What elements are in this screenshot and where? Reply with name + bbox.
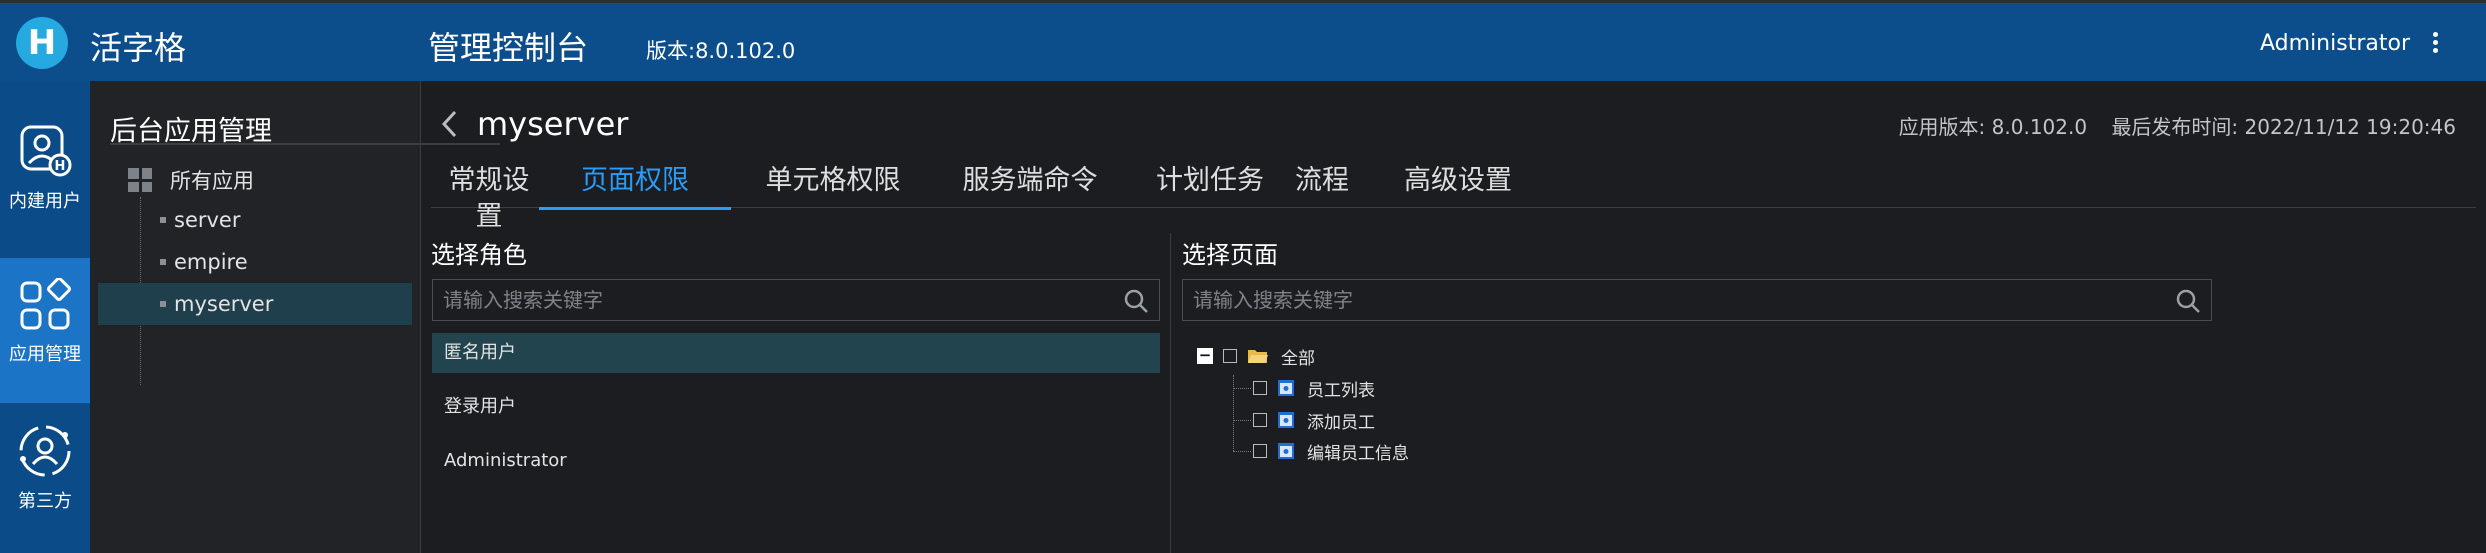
nav-item-app-management[interactable]: 应用管理 <box>0 258 90 403</box>
app-meta: 应用版本: 8.0.102.0 最后发布时间: 2022/11/12 19:20… <box>1881 111 2456 140</box>
page-checkbox[interactable] <box>1253 381 1267 395</box>
page-tree-root: − 全部 <box>1197 341 1315 371</box>
tab-page-permissions[interactable]: 页面权限 <box>539 163 731 210</box>
tab-workflow[interactable]: 流程 <box>1292 163 1352 207</box>
tab-cell-permissions[interactable]: 单元格权限 <box>762 163 904 207</box>
page-tree-branch <box>1233 388 1251 389</box>
app-sidebar: 后台应用管理 所有应用 server empire myserver <box>90 81 500 553</box>
app-logo: H <box>16 17 68 69</box>
top-header: H 活字格 管理控制台 版本:8.0.102.0 Administrator <box>0 0 2486 81</box>
page-item-label[interactable]: 编辑员工信息 <box>1307 439 1409 464</box>
page-tree-item-employee-list: 员工列表 <box>1253 373 1375 403</box>
page-search-input[interactable] <box>1183 280 2211 320</box>
tab-server-commands[interactable]: 服务端命令 <box>940 163 1120 207</box>
page-tree-branch <box>1233 420 1251 421</box>
role-item-administrator[interactable]: Administrator <box>432 441 1160 481</box>
folder-open-icon <box>1248 350 1268 363</box>
tree-root-label: 所有应用 <box>170 169 254 193</box>
page-checkbox[interactable] <box>1253 413 1267 427</box>
console-title: 管理控制台 <box>428 29 589 67</box>
product-name: 活字格 <box>90 29 187 67</box>
page-item-label[interactable]: 添加员工 <box>1307 408 1375 433</box>
tab-general[interactable]: 常规设置 <box>437 163 541 232</box>
nav-item-builtin-users[interactable]: H 内建用户 <box>0 81 90 226</box>
page-checkbox-all[interactable] <box>1223 349 1237 363</box>
tree-item-myserver[interactable]: myserver <box>98 283 412 325</box>
page-tree-connector <box>1233 375 1234 451</box>
last-publish-time: 最后发布时间: 2022/11/12 19:20:46 <box>2111 115 2456 139</box>
chevron-left-icon[interactable] <box>439 109 459 139</box>
page-item-label[interactable]: 员工列表 <box>1307 376 1375 401</box>
page-panel-title: 选择页面 <box>1182 241 1278 269</box>
tree-item-label: myserver <box>174 292 274 316</box>
tree-node-dot <box>160 217 166 223</box>
more-vertical-icon[interactable] <box>2428 29 2442 59</box>
tree-item-server[interactable]: server <box>98 199 412 241</box>
search-icon[interactable] <box>1123 288 1149 314</box>
page-search-box <box>1182 279 2212 321</box>
page-icon <box>1278 380 1294 396</box>
version-label: 版本:8.0.102.0 <box>646 39 796 63</box>
nav-label-third-party: 第三方 <box>18 491 72 512</box>
role-search-input[interactable] <box>433 280 1159 320</box>
left-navigation: H 内建用户 应用管理 第三方 <box>0 81 90 553</box>
third-party-icon <box>19 425 71 477</box>
page-tree-root-label: 全部 <box>1281 348 1315 369</box>
nav-item-third-party[interactable]: 第三方 <box>0 403 90 548</box>
page-title: myserver <box>477 105 629 143</box>
page-tree-item-add-employee: 添加员工 <box>1253 405 1375 435</box>
nav-label-builtin-users: 内建用户 <box>9 191 81 212</box>
builtin-user-icon: H <box>20 125 72 177</box>
page-icon <box>1278 443 1294 459</box>
role-item-anonymous[interactable]: 匿名用户 <box>432 333 1160 373</box>
collapse-icon[interactable]: − <box>1197 348 1213 364</box>
tab-scheduled-tasks[interactable]: 计划任务 <box>1155 163 1265 207</box>
tree-item-label: empire <box>174 250 248 274</box>
main-content: myserver 应用版本: 8.0.102.0 最后发布时间: 2022/11… <box>421 81 2486 553</box>
nav-label-app-management: 应用管理 <box>9 344 81 365</box>
search-icon[interactable] <box>2175 288 2201 314</box>
app-management-icon <box>20 278 71 330</box>
page-tree-branch <box>1233 451 1251 452</box>
panel-divider <box>1170 233 1171 553</box>
tree-item-label: server <box>174 208 241 232</box>
page-tree-item-edit-employee: 编辑员工信息 <box>1253 436 1409 466</box>
role-item-logged-in[interactable]: 登录用户 <box>432 387 1160 427</box>
tab-advanced[interactable]: 高级设置 <box>1380 163 1536 207</box>
tree-item-all-apps[interactable]: 所有应用 <box>128 163 254 197</box>
page-checkbox[interactable] <box>1253 444 1267 458</box>
svg-text:H: H <box>55 159 66 174</box>
grid-icon <box>128 168 152 192</box>
current-user[interactable]: Administrator <box>2260 31 2410 56</box>
tab-bar: 常规设置 页面权限 单元格权限 服务端命令 计划任务 流程 高级设置 <box>431 163 2476 232</box>
page-icon <box>1278 412 1294 428</box>
role-panel-title: 选择角色 <box>431 241 527 269</box>
app-version: 应用版本: 8.0.102.0 <box>1898 115 2088 139</box>
tree-node-dot <box>160 259 166 265</box>
role-search-box <box>432 279 1160 321</box>
tree-item-empire[interactable]: empire <box>98 241 412 283</box>
tree-node-dot <box>160 301 166 307</box>
